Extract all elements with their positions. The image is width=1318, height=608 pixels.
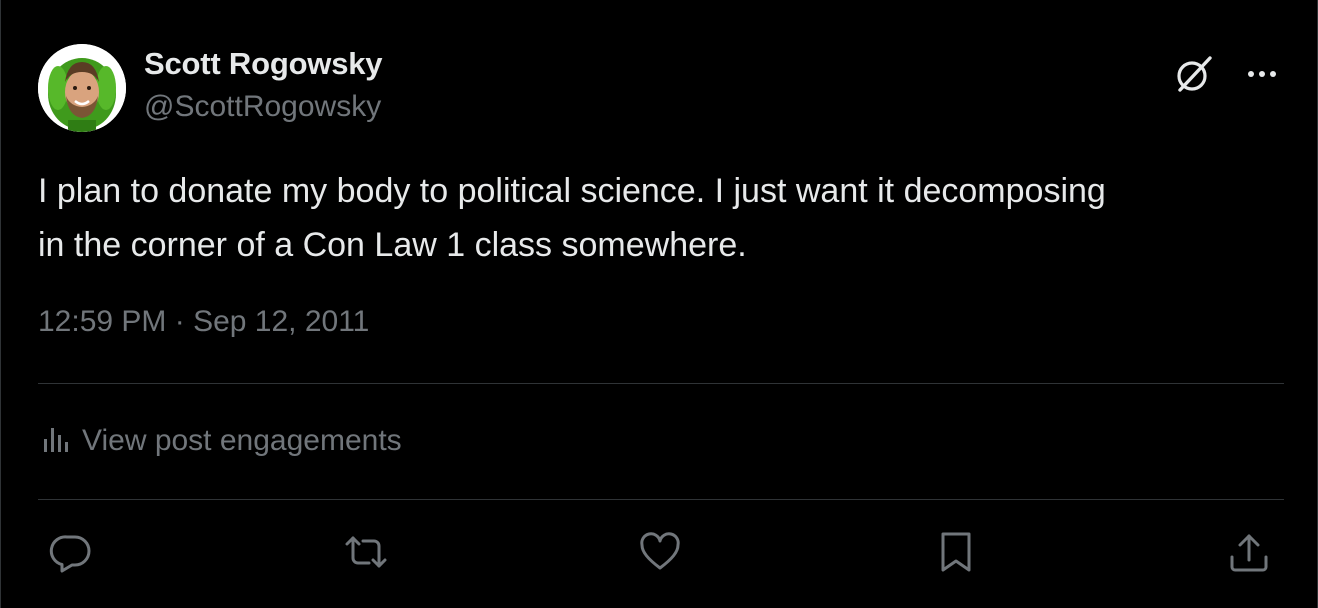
post-timestamp[interactable]: 12:59 PM · Sep 12, 2011 [38, 305, 369, 339]
reply-icon [49, 530, 93, 574]
column-border-left [0, 0, 1, 608]
avatar[interactable] [38, 44, 126, 132]
author-display-name[interactable]: Scott Rogowsky [144, 46, 383, 82]
view-engagements-link[interactable]: View post engagements [38, 418, 402, 464]
share-button[interactable] [1225, 528, 1273, 576]
divider-bottom [38, 499, 1284, 500]
bookmark-button[interactable] [932, 528, 980, 576]
grok-icon[interactable] [1172, 52, 1216, 96]
repost-icon [342, 530, 390, 574]
view-engagements-label: View post engagements [82, 424, 402, 457]
analytics-icon [38, 421, 74, 462]
divider-top [38, 383, 1284, 384]
repost-button[interactable] [342, 528, 390, 576]
post-text: I plan to donate my body to political sc… [38, 172, 1106, 264]
bookmark-icon [934, 530, 978, 574]
author-handle[interactable]: @ScottRogowsky [144, 90, 381, 124]
more-icon[interactable] [1242, 58, 1282, 90]
avatar-image [38, 44, 126, 132]
like-icon [638, 530, 682, 574]
reply-button[interactable] [47, 528, 95, 576]
like-button[interactable] [636, 528, 684, 576]
post-detail: Scott Rogowsky @ScottRogowsky I plan to … [0, 0, 1318, 608]
share-icon [1227, 530, 1271, 574]
